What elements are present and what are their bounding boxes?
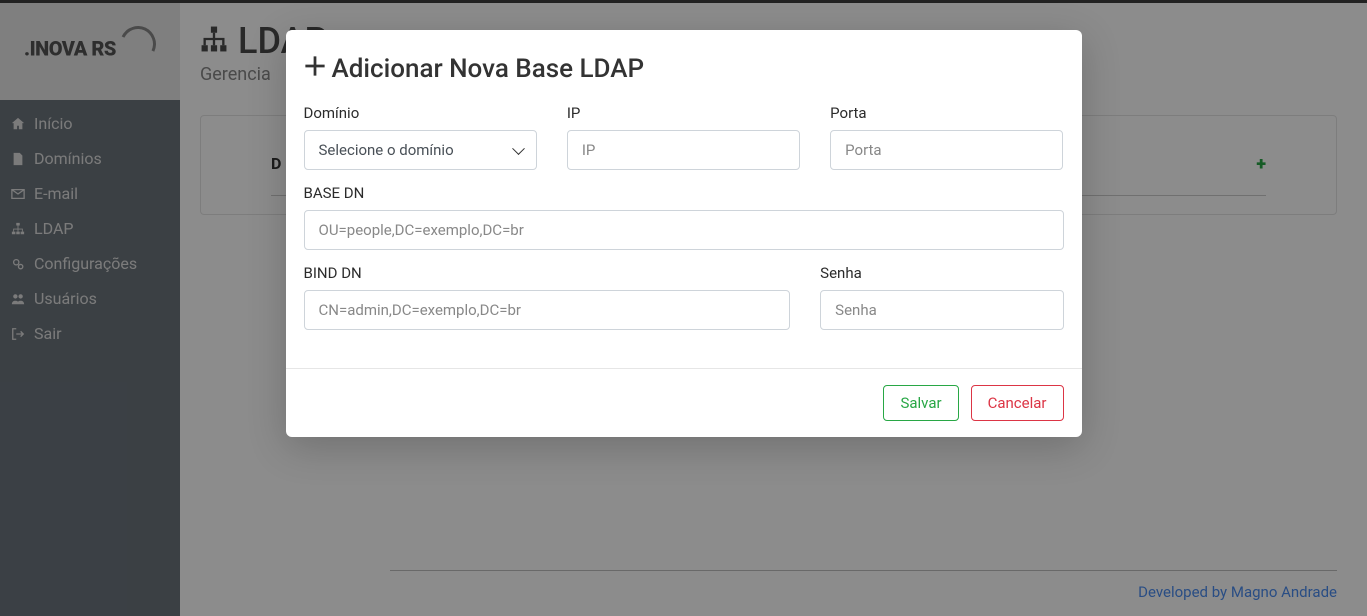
port-input[interactable] [830, 130, 1063, 170]
ip-input[interactable] [567, 130, 800, 170]
save-button[interactable]: Salvar [883, 385, 958, 421]
port-label: Porta [830, 104, 1063, 122]
basedn-label: BASE DN [304, 184, 1064, 202]
modal-footer: Salvar Cancelar [286, 368, 1082, 437]
modal-title-text: Adicionar Nova Base LDAP [332, 54, 645, 84]
domain-label: Domínio [304, 104, 537, 122]
password-input[interactable] [820, 290, 1063, 330]
cancel-button[interactable]: Cancelar [971, 385, 1064, 421]
modal-body: Domínio Selecione o domínio IP Porta BAS… [286, 90, 1082, 368]
ip-label: IP [567, 104, 800, 122]
modal-header: Adicionar Nova Base LDAP [286, 30, 1082, 90]
domain-select[interactable]: Selecione o domínio [304, 130, 537, 170]
basedn-input[interactable] [304, 210, 1064, 250]
password-label: Senha [820, 264, 1063, 282]
window-top-bar [0, 0, 1367, 3]
modal-title: Adicionar Nova Base LDAP [304, 54, 1064, 84]
binddn-input[interactable] [304, 290, 791, 330]
binddn-label: BIND DN [304, 264, 791, 282]
add-ldap-modal: Adicionar Nova Base LDAP Domínio Selecio… [286, 30, 1082, 437]
plus-icon [304, 54, 326, 84]
